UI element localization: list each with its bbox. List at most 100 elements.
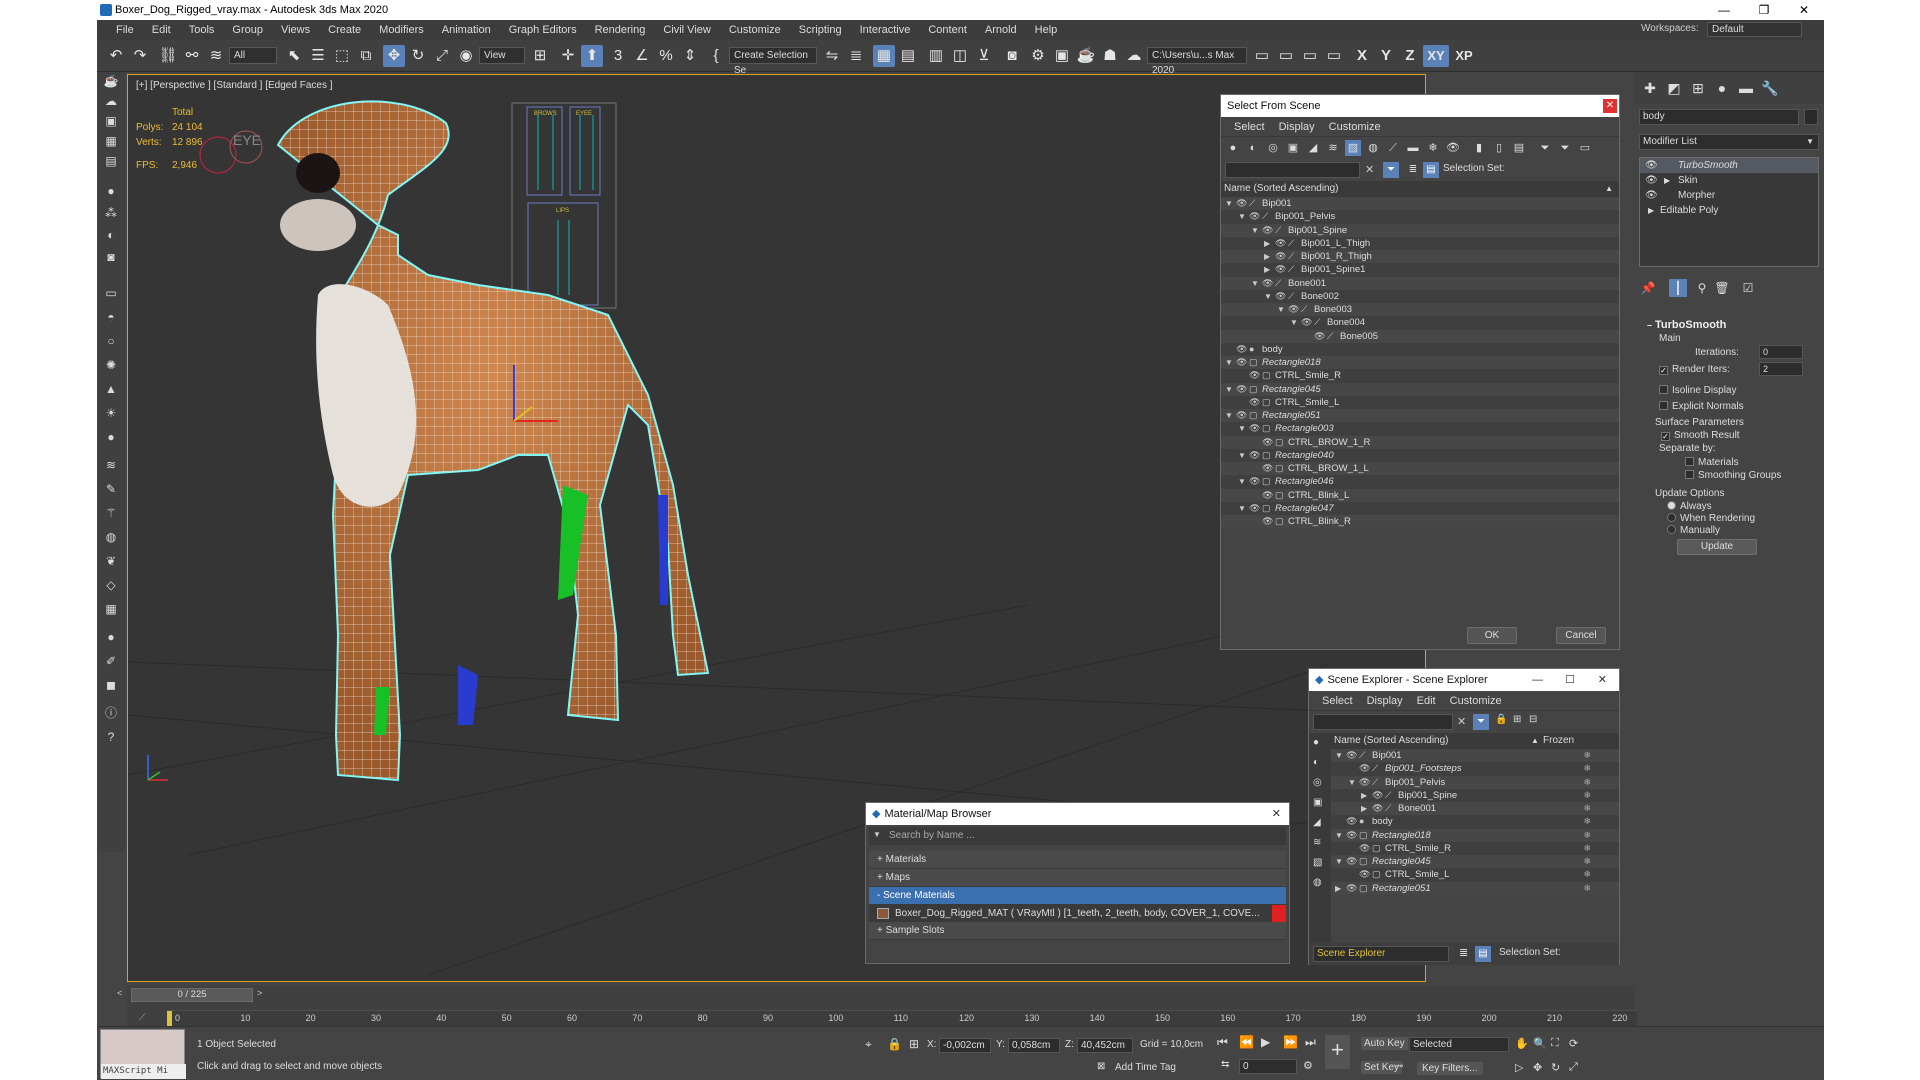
- open-project-icon[interactable]: ▭: [1251, 45, 1273, 67]
- zoom-extents-icon[interactable]: ⛶: [1551, 1037, 1559, 1050]
- edit-image-icon[interactable]: ✐: [102, 652, 120, 670]
- pivot-center-icon[interactable]: ⊞: [529, 45, 551, 67]
- visibility-eye-icon[interactable]: 👁: [1359, 762, 1370, 775]
- current-frame-field[interactable]: 0: [1239, 1059, 1297, 1074]
- select-by-name-icon[interactable]: ☰: [307, 45, 329, 67]
- select-place-icon[interactable]: ◉: [455, 45, 477, 67]
- window-crossing-icon[interactable]: ⧉: [355, 45, 377, 67]
- y-coord-field[interactable]: 0,058cm: [1008, 1038, 1060, 1053]
- tree-row[interactable]: 👁 ▢ CTRL_Smile_L ❄: [1331, 868, 1619, 882]
- se-collapse-icon[interactable]: ⊟: [1529, 714, 1537, 725]
- isoline-display-checkbox[interactable]: Isoline Display: [1659, 385, 1736, 396]
- menu-civil-view[interactable]: Civil View: [654, 24, 719, 36]
- time-slider[interactable]: 0 / 225: [131, 988, 253, 1002]
- tree-row[interactable]: 👁 ⟋ Bip001_Footsteps ❄: [1331, 762, 1619, 776]
- key-filter-icon[interactable]: ⊸: [1395, 1061, 1403, 1072]
- tree-row[interactable]: ▼ 👁 ⟋ Bone003: [1221, 303, 1619, 317]
- curve-editor-icon[interactable]: ◫: [949, 45, 971, 67]
- frozen-icon[interactable]: ❄: [1583, 789, 1591, 802]
- se-frozen-column[interactable]: Frozen: [1543, 733, 1574, 749]
- expand-arrow-icon[interactable]: ▶: [1264, 250, 1270, 263]
- collapse-arrow-icon[interactable]: ▼: [1238, 422, 1246, 435]
- iterations-spinner[interactable]: 0: [1759, 345, 1803, 359]
- visibility-eye-icon[interactable]: 👁: [1236, 197, 1247, 210]
- tree-row[interactable]: ▶ 👁 ⟋ Bip001_R_Thigh: [1221, 250, 1619, 264]
- collapse-arrow-icon[interactable]: ▼: [1225, 356, 1233, 369]
- menu-edit[interactable]: Edit: [143, 24, 180, 36]
- mmb-section-maps[interactable]: + Maps: [869, 869, 1286, 887]
- tree-row[interactable]: 👁 ▢ CTRL_Smile_R ❄: [1331, 841, 1619, 855]
- visibility-eye-icon[interactable]: 👁: [1275, 250, 1286, 263]
- display-none-icon[interactable]: ▯: [1491, 140, 1507, 156]
- mmb-options-icon[interactable]: ▼: [873, 830, 881, 839]
- brick-icon[interactable]: ▦: [102, 600, 120, 618]
- visibility-eye-icon[interactable]: 👁: [1249, 369, 1260, 382]
- container-filter-icon[interactable]: ▬: [1405, 140, 1421, 156]
- sfs-menu-display[interactable]: Display: [1272, 121, 1322, 133]
- menu-arnold[interactable]: Arnold: [976, 24, 1026, 36]
- visibility-eye-icon[interactable]: 👁: [1359, 842, 1370, 855]
- collapse-arrow-icon[interactable]: ▼: [1251, 277, 1259, 290]
- sfs-ok-button[interactable]: OK: [1467, 627, 1517, 644]
- menu-create[interactable]: Create: [319, 24, 370, 36]
- bind-space-warp-icon[interactable]: ≋: [205, 45, 227, 67]
- render-iters-spinner[interactable]: 2: [1759, 362, 1803, 376]
- render-setup-icon[interactable]: ⚙: [1027, 45, 1049, 67]
- folder-icon[interactable]: ▭: [1577, 140, 1593, 156]
- visibility-eye-icon[interactable]: 👁: [1249, 210, 1260, 223]
- hidden-filter-icon[interactable]: 👁: [1445, 140, 1461, 156]
- motion-tab-icon[interactable]: ●: [1712, 78, 1732, 98]
- visibility-eye-icon[interactable]: 👁: [1262, 462, 1273, 475]
- configure-sets-icon[interactable]: ☑: [1739, 279, 1757, 297]
- minimize-icon[interactable]: —: [1704, 0, 1744, 20]
- next-key-icon[interactable]: ⏩: [1283, 1035, 1298, 1049]
- se-helper-icon[interactable]: ◢: [1313, 817, 1321, 828]
- orbit-icon[interactable]: ⟳: [1569, 1037, 1578, 1050]
- frozen-icon[interactable]: ❄: [1583, 776, 1591, 789]
- sphere-icon[interactable]: ○: [102, 332, 120, 350]
- visibility-eye-icon[interactable]: 👁: [1249, 502, 1260, 515]
- render-cloud-icon[interactable]: ☁: [1123, 45, 1145, 67]
- edit-named-sel-icon[interactable]: {: [705, 45, 727, 67]
- collapse-arrow-icon[interactable]: ▼: [1348, 776, 1356, 789]
- se-lock-icon[interactable]: 🔒: [1495, 714, 1507, 725]
- object-name-field[interactable]: body: [1639, 109, 1799, 125]
- collapse-arrow-icon[interactable]: ▼: [1335, 855, 1343, 868]
- utilities-tab-icon[interactable]: 🔧: [1760, 78, 1780, 98]
- expand-arrow-icon[interactable]: ▶: [1264, 237, 1270, 250]
- current-frame-marker[interactable]: [167, 1011, 172, 1026]
- render-iterative-icon[interactable]: ☗: [1099, 45, 1121, 67]
- ribbon-icon[interactable]: ▥: [925, 45, 947, 67]
- frozen-icon[interactable]: ❄: [1583, 829, 1591, 842]
- collapse-arrow-icon[interactable]: ▼: [1225, 197, 1233, 210]
- mmb-material-row[interactable]: Boxer_Dog_Rigged_MAT ( VRayMtl ) [1_teet…: [869, 905, 1286, 922]
- smoothing-groups-checkbox[interactable]: Smoothing Groups: [1685, 470, 1781, 481]
- close-icon[interactable]: ✕: [1784, 0, 1824, 20]
- axis-y-button[interactable]: Y: [1375, 45, 1397, 67]
- sun-icon[interactable]: ☀: [102, 404, 120, 422]
- walk-icon[interactable]: ✥: [1533, 1061, 1542, 1074]
- visibility-eye-icon[interactable]: 👁: [1249, 396, 1260, 409]
- key-mode-icon[interactable]: ⇆: [1221, 1059, 1229, 1070]
- collapse-arrow-icon[interactable]: ▼: [1264, 290, 1272, 303]
- helper-filter-icon[interactable]: ◢: [1305, 140, 1321, 156]
- make-unique-icon[interactable]: ⚲: [1693, 279, 1711, 297]
- visibility-eye-icon[interactable]: 👁: [1346, 855, 1357, 868]
- tree-row[interactable]: ▼ 👁 ⟋ Bip001_Pelvis: [1221, 210, 1619, 224]
- turbosmooth-title[interactable]: – TurboSmooth: [1639, 317, 1819, 333]
- snaps-toggle-icon[interactable]: 3: [607, 45, 629, 67]
- tree-row[interactable]: ▼ 👁 ▢ Rectangle045: [1221, 382, 1619, 396]
- menu-animation[interactable]: Animation: [433, 24, 500, 36]
- update-when-rendering-radio[interactable]: When Rendering: [1667, 513, 1755, 524]
- menu-scripting[interactable]: Scripting: [790, 24, 851, 36]
- tree-row[interactable]: ▼ 👁 ▢ Rectangle018: [1221, 356, 1619, 370]
- scene-explorer-icon[interactable]: ▦: [873, 45, 895, 67]
- image-icon[interactable]: ▣: [102, 112, 120, 130]
- project-settings-icon[interactable]: ▭: [1323, 45, 1345, 67]
- menu-graph-editors[interactable]: Graph Editors: [500, 24, 586, 36]
- filter-icon[interactable]: ⏷: [1557, 140, 1573, 156]
- keyboard-shortcut-override-icon[interactable]: ⬆: [581, 45, 603, 67]
- tree-row[interactable]: ▼ 👁 ▢ Rectangle040: [1221, 448, 1619, 462]
- menu-views[interactable]: Views: [272, 24, 319, 36]
- menu-tools[interactable]: Tools: [180, 24, 224, 36]
